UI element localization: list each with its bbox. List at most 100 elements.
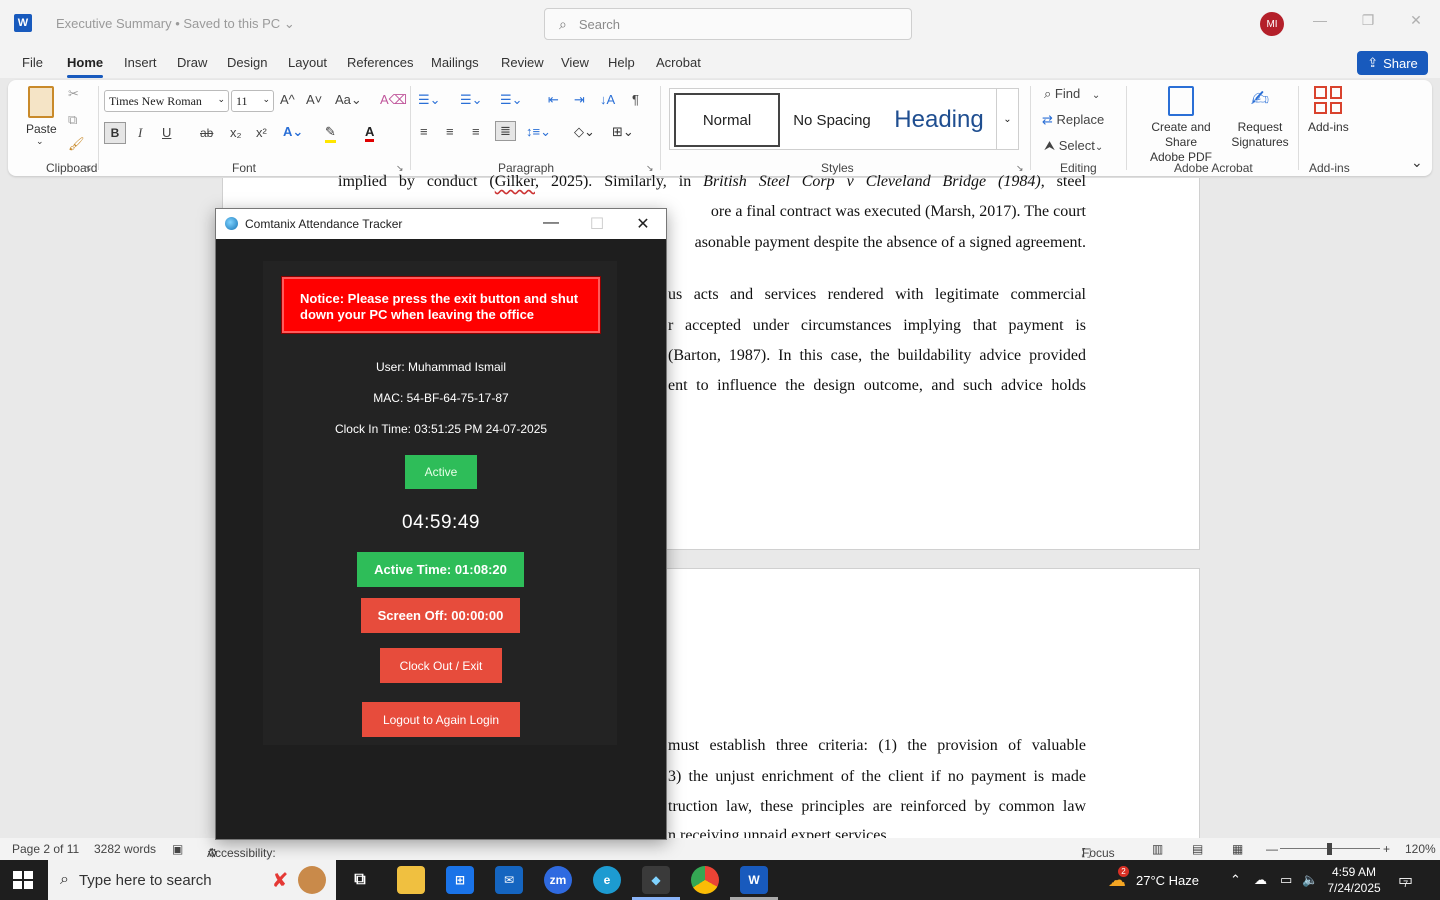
attendance-tracker-taskbar-icon[interactable]: ◆ <box>642 866 670 894</box>
word-search-input[interactable]: ⌕ Search <box>544 8 912 40</box>
close-icon[interactable]: ✕ <box>633 214 653 234</box>
chevron-down-icon[interactable]: ⌄ <box>36 136 44 147</box>
create-share-pdf-button[interactable]: Create and Share Adobe PDF <box>1136 120 1226 165</box>
pilcrow-icon[interactable]: ¶ <box>632 92 639 107</box>
tab-design[interactable]: Design <box>227 55 267 70</box>
avatar[interactable]: MI <box>1260 12 1284 36</box>
font-color-icon[interactable]: A <box>365 124 375 142</box>
page-count[interactable]: Page 2 of 11 <box>12 842 79 856</box>
zoom-out-icon[interactable]: — <box>1266 842 1278 856</box>
document-title[interactable]: Executive Summary • Saved to this PC ⌄ <box>56 16 295 32</box>
volume-icon[interactable]: 🔈 <box>1302 860 1318 900</box>
paste-button[interactable]: Paste <box>26 122 57 136</box>
chevron-up-icon[interactable]: ⌃ <box>1230 860 1241 900</box>
align-left-icon[interactable]: ≡ <box>420 124 428 139</box>
onedrive-icon[interactable]: ☁ <box>1254 860 1267 900</box>
bold-button[interactable]: B <box>104 122 126 144</box>
highlight-icon[interactable]: ✎ <box>325 124 336 143</box>
minimize-icon[interactable]: — <box>1308 12 1332 28</box>
word-taskbar-icon[interactable]: W <box>740 866 768 894</box>
file-explorer-icon[interactable] <box>397 866 425 894</box>
read-mode-icon[interactable]: ▥ <box>1152 842 1163 856</box>
share-button[interactable]: ⇪ Share <box>1357 51 1428 75</box>
tab-review[interactable]: Review <box>501 55 544 70</box>
style-heading[interactable]: Heading <box>884 93 994 147</box>
zoom-in-icon[interactable]: + <box>1383 842 1390 856</box>
paste-icon[interactable] <box>28 86 54 118</box>
chrome-icon[interactable] <box>691 866 719 894</box>
windows-start-icon[interactable] <box>13 871 33 889</box>
request-signatures-button[interactable]: Request Signatures <box>1230 120 1290 150</box>
tab-file[interactable]: File <box>22 55 43 70</box>
cut-icon[interactable]: ✂ <box>68 86 79 102</box>
styles-more-icon[interactable]: ⌄ <box>996 88 1018 150</box>
zoom-app-icon[interactable]: zm <box>544 866 572 894</box>
task-view-icon[interactable]: ⧉ <box>346 866 374 894</box>
text-effects-icon[interactable]: A⌄ <box>283 124 303 140</box>
strikethrough-button[interactable]: ab <box>200 126 213 140</box>
system-clock[interactable]: 4:59 AM 7/24/2025 <box>1327 860 1380 900</box>
style-normal[interactable]: Normal <box>674 93 780 147</box>
change-case-icon[interactable]: Aa⌄ <box>335 92 362 108</box>
justify-icon[interactable]: ≣ <box>495 121 516 141</box>
align-center-icon[interactable]: ≡ <box>446 124 454 139</box>
microsoft-store-icon[interactable]: ⊞ <box>446 866 474 894</box>
tab-help[interactable]: Help <box>608 55 635 70</box>
minimize-icon[interactable]: — <box>541 214 561 232</box>
format-painter-icon[interactable]: 🖌 <box>68 136 85 152</box>
zoom-slider-handle[interactable] <box>1327 843 1332 855</box>
print-layout-icon[interactable]: ▤ <box>1192 842 1203 856</box>
weather-widget[interactable]: ☁ 2 27°C Haze <box>1108 860 1199 900</box>
dialog-launcher-icon[interactable]: ↘ <box>84 163 92 174</box>
word-logo-icon[interactable]: W <box>14 14 32 32</box>
tracker-title-bar[interactable]: Comtanix Attendance Tracker — ☐ ✕ <box>216 209 666 239</box>
font-family-select[interactable]: Times New Roman ⌄ <box>104 90 229 112</box>
superscript-button[interactable]: x² <box>256 125 267 140</box>
decrease-indent-icon[interactable]: ⇤ <box>548 92 559 108</box>
tab-draw[interactable]: Draw <box>177 55 207 70</box>
italic-button[interactable]: I <box>138 125 142 141</box>
style-no-spacing[interactable]: No Spacing <box>782 93 882 147</box>
shading-icon[interactable]: ◇⌄ <box>574 124 595 140</box>
align-right-icon[interactable]: ≡ <box>472 124 480 139</box>
clear-formatting-icon[interactable]: A⌫ <box>380 92 407 108</box>
network-icon[interactable]: ▭ <box>1280 860 1292 900</box>
add-ins-button[interactable]: Add-ins <box>1308 120 1349 134</box>
clock-out-button[interactable]: Clock Out / Exit <box>380 648 502 683</box>
grow-font-icon[interactable]: A^ <box>280 92 295 107</box>
create-pdf-icon[interactable] <box>1168 86 1194 116</box>
close-icon[interactable]: ✕ <box>1404 12 1428 29</box>
tab-layout[interactable]: Layout <box>288 55 327 70</box>
numbering-icon[interactable]: ☰⌄ <box>460 92 483 108</box>
shrink-font-icon[interactable]: A˅ <box>306 92 322 107</box>
add-ins-icon[interactable] <box>1314 86 1342 114</box>
tab-home[interactable]: Home <box>67 55 104 78</box>
subscript-button[interactable]: x₂ <box>230 125 242 140</box>
replace-button[interactable]: ⇄ Replace <box>1042 112 1104 128</box>
line-spacing-icon[interactable]: ↕≡⌄ <box>526 124 551 140</box>
tab-acrobat[interactable]: Acrobat <box>656 55 701 70</box>
bullets-icon[interactable]: ☰⌄ <box>418 92 441 108</box>
copy-icon[interactable]: ⧉ <box>68 112 77 128</box>
zoom-level[interactable]: 120% <box>1405 842 1436 856</box>
word-count[interactable]: 3282 words <box>94 842 156 856</box>
restore-icon[interactable]: ❐ <box>1356 12 1380 29</box>
font-size-select[interactable]: 11 ⌄ <box>231 90 274 112</box>
sort-icon[interactable]: ↓A <box>600 92 615 107</box>
web-layout-icon[interactable]: ▦ <box>1232 842 1243 856</box>
logout-button[interactable]: Logout to Again Login <box>362 702 520 737</box>
increase-indent-icon[interactable]: ⇥ <box>574 92 585 108</box>
collapse-ribbon-icon[interactable]: ⌄ <box>1411 154 1423 171</box>
tab-insert[interactable]: Insert <box>124 55 157 70</box>
multilevel-list-icon[interactable]: ☰⌄ <box>500 92 523 108</box>
tab-mailings[interactable]: Mailings <box>431 55 479 70</box>
find-button[interactable]: ⌕ Find ⌄ <box>1044 86 1100 102</box>
tab-references[interactable]: References <box>347 55 413 70</box>
edge-icon[interactable]: e <box>593 866 621 894</box>
signature-icon[interactable]: ✍ <box>1244 86 1276 116</box>
proofing-icon[interactable]: ▣ <box>172 842 183 856</box>
select-button[interactable]: ⮝ Select⌄ <box>1044 138 1103 154</box>
search-highlight-icon[interactable]: ✘ <box>266 866 294 894</box>
borders-icon[interactable]: ⊞⌄ <box>612 124 634 140</box>
notifications-icon[interactable]: ▭ 7 <box>1398 860 1413 900</box>
